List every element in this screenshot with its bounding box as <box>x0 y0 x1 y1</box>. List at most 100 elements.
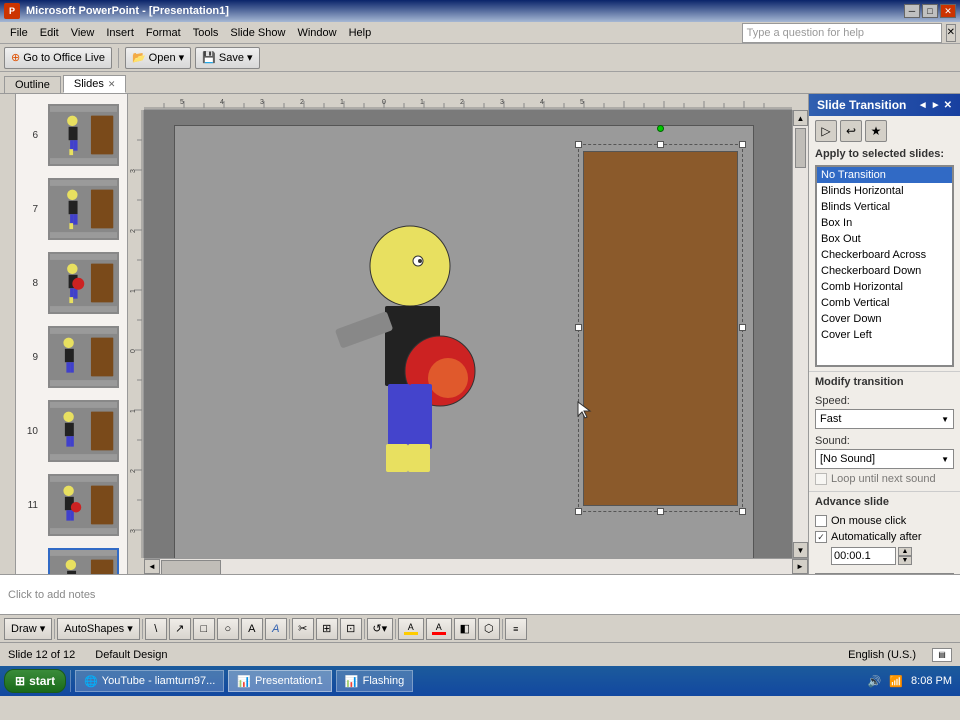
handle-tr[interactable] <box>739 141 746 148</box>
sound-select-row: [No Sound] ▼ <box>815 449 954 469</box>
stickman-svg <box>330 206 530 556</box>
slide-9-thumb[interactable] <box>48 326 119 388</box>
menu-insert[interactable]: Insert <box>100 25 140 41</box>
panel-icon-1[interactable]: ▷ <box>815 120 837 142</box>
time-spin-down[interactable]: ▼ <box>898 556 912 565</box>
hscroll-thumb[interactable] <box>161 560 221 574</box>
transition-checkerboard-across[interactable]: Checkerboard Across <box>817 247 952 263</box>
menu-help[interactable]: Help <box>343 25 378 41</box>
time-spin-up[interactable]: ▲ <box>898 547 912 556</box>
loop-checkbox[interactable] <box>815 473 827 485</box>
font-color-tool[interactable]: A <box>426 618 452 640</box>
draw-separator-5 <box>395 619 396 639</box>
start-button[interactable]: ⊞ start <box>4 669 66 693</box>
handle-mr[interactable] <box>739 324 746 331</box>
scroll-thumb[interactable] <box>795 128 806 168</box>
transition-list[interactable]: No Transition Blinds Horizontal Blinds V… <box>816 166 953 366</box>
handle-br[interactable] <box>739 508 746 515</box>
mouse-click-checkbox[interactable] <box>815 515 827 527</box>
help-close-button[interactable]: ✕ <box>946 24 956 42</box>
panel-nav-prev[interactable]: ◄ <box>918 100 928 111</box>
menu-slideshow[interactable]: Slide Show <box>224 25 291 41</box>
diagram-tool[interactable]: ⊞ <box>316 618 338 640</box>
slide-canvas-area[interactable] <box>144 110 792 558</box>
panel-close-icon[interactable]: ✕ <box>944 100 952 111</box>
transition-cover-down[interactable]: Cover Down <box>817 311 952 327</box>
presentation-icon: 📊 <box>237 675 251 688</box>
slide-11-thumb[interactable] <box>48 474 119 536</box>
tab-slides[interactable]: Slides ✕ <box>63 75 127 93</box>
slide-10-thumb[interactable] <box>48 400 119 462</box>
sound-select[interactable]: [No Sound] ▼ <box>815 449 954 469</box>
3d-tool[interactable]: ⬡ <box>478 618 500 640</box>
handle-tl[interactable] <box>575 141 582 148</box>
taskbar-flashing[interactable]: 📊 Flashing <box>336 670 413 692</box>
slide-8-thumb[interactable] <box>48 252 119 314</box>
taskbar-presentation1[interactable]: 📊 Presentation1 <box>228 670 332 692</box>
transition-blinds-h[interactable]: Blinds Horizontal <box>817 183 952 199</box>
time-input[interactable] <box>831 547 896 565</box>
transition-checkerboard-down[interactable]: Checkerboard Down <box>817 263 952 279</box>
menu-view[interactable]: View <box>65 25 101 41</box>
tab-slides-close[interactable]: ✕ <box>108 79 116 90</box>
transition-blinds-v[interactable]: Blinds Vertical <box>817 199 952 215</box>
slide-7-thumb[interactable] <box>48 178 119 240</box>
scroll-right-button[interactable]: ► <box>792 559 808 574</box>
scroll-up-button[interactable]: ▲ <box>793 110 808 126</box>
auto-after-checkbox[interactable] <box>815 531 827 543</box>
fill-color-tool[interactable]: A <box>398 618 424 640</box>
arrow-tool[interactable]: ↗ <box>169 618 191 640</box>
wordart-tool[interactable]: A <box>265 618 287 640</box>
menu-edit[interactable]: Edit <box>34 25 65 41</box>
transition-no-transition[interactable]: No Transition <box>817 167 952 183</box>
scroll-left-button[interactable]: ◄ <box>144 559 160 574</box>
taskbar-youtube[interactable]: 🌐 YouTube - liamturn97... <box>75 670 224 692</box>
menu-format[interactable]: Format <box>140 25 187 41</box>
transition-comb-h[interactable]: Comb Horizontal <box>817 279 952 295</box>
handle-bl[interactable] <box>575 508 582 515</box>
text-tool[interactable]: A <box>241 618 263 640</box>
speed-select[interactable]: Fast ▼ <box>815 409 954 429</box>
rect-tool[interactable]: □ <box>193 618 215 640</box>
tab-outline[interactable]: Outline <box>4 76 61 93</box>
diagram2-tool[interactable]: ⊡ <box>340 618 362 640</box>
transition-cover-left[interactable]: Cover Left <box>817 327 952 343</box>
panel-nav-next[interactable]: ► <box>931 100 941 111</box>
open-button[interactable]: 📂 Open ▾ <box>125 47 191 69</box>
svg-text:3: 3 <box>260 99 264 106</box>
rotate-tool[interactable]: ↺▾ <box>367 618 393 640</box>
minimize-button[interactable]: ─ <box>904 4 920 18</box>
window-controls[interactable]: ─ □ ✕ <box>904 4 956 18</box>
clip-tool[interactable]: ✂ <box>292 618 314 640</box>
handle-bc[interactable] <box>657 508 664 515</box>
transition-comb-v[interactable]: Comb Vertical <box>817 295 952 311</box>
scroll-down-button[interactable]: ▼ <box>793 542 808 558</box>
menu-tools[interactable]: Tools <box>187 25 225 41</box>
panel-icon-3[interactable]: ★ <box>865 120 887 142</box>
autoshapes-button[interactable]: AutoShapes ▾ <box>57 618 140 640</box>
notes-area[interactable]: Click to add notes <box>0 574 960 614</box>
transition-box-in[interactable]: Box In <box>817 215 952 231</box>
menu-window[interactable]: Window <box>291 25 342 41</box>
arrow-style-tool[interactable]: ≡ <box>505 618 527 640</box>
horizontal-scrollbar[interactable]: ◄ ► <box>144 558 808 574</box>
close-button[interactable]: ✕ <box>940 4 956 18</box>
draw-button[interactable]: Draw ▾ <box>4 618 52 640</box>
help-search-box[interactable]: Type a question for help <box>742 23 942 43</box>
shadow-tool[interactable]: ◧ <box>454 618 476 640</box>
ellipse-tool[interactable]: ○ <box>217 618 239 640</box>
panel-icon-2[interactable]: ↩ <box>840 120 862 142</box>
go-to-office-live-button[interactable]: ⊕ Go to Office Live <box>4 47 112 69</box>
restore-button[interactable]: □ <box>922 4 938 18</box>
transition-box-out[interactable]: Box Out <box>817 231 952 247</box>
rotate-handle[interactable] <box>657 125 664 132</box>
handle-ml[interactable] <box>575 324 582 331</box>
vertical-scrollbar[interactable]: ▲ ▼ <box>792 110 808 558</box>
slide-12-thumb[interactable] <box>48 548 119 574</box>
menu-file[interactable]: File <box>4 25 34 41</box>
line-tool[interactable]: \ <box>145 618 167 640</box>
handle-tc[interactable] <box>657 141 664 148</box>
save-button[interactable]: 💾 Save ▾ <box>195 47 259 69</box>
slide-6-thumb[interactable] <box>48 104 119 166</box>
apply-all-button[interactable]: Apply to All Slides <box>815 573 954 574</box>
